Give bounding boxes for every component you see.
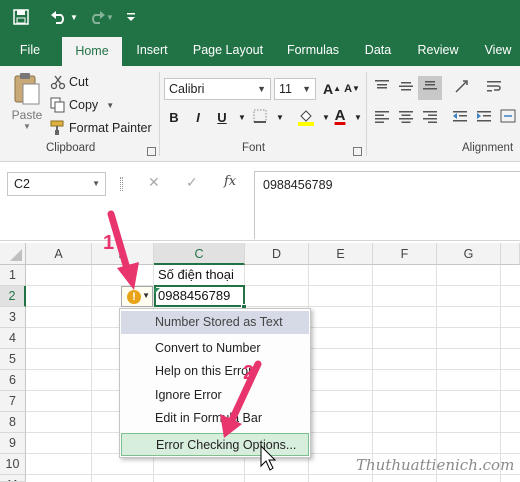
watermark-text: Thuthuattienich.com [356,456,515,474]
annotation-arrows [107,210,277,471]
mouse-cursor-icon [260,444,277,471]
annotation-step-1: 1 [103,232,115,254]
arrow-1-head [117,262,139,290]
annotation-step-2: 2 [243,362,255,384]
